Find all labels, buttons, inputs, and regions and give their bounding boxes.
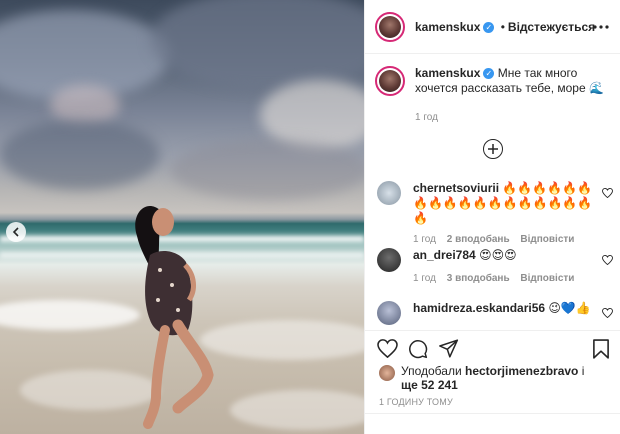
like-comment-button[interactable] [602,307,613,321]
more-horizontal-icon [593,25,609,29]
header-text: kamenskux ✓ • Відстежується [415,20,595,34]
likes-summary: Уподобали hectorjimenezbravo і ще 52 241 [379,364,609,392]
comment-time[interactable]: 1 год [413,234,436,245]
commenter-avatar[interactable] [377,301,401,325]
comment-likes-count[interactable]: 3 вподобань [447,273,510,284]
caption-time[interactable]: 1 год [415,110,611,125]
chevron-left-icon [12,227,19,237]
more-options-button[interactable] [593,18,609,32]
post-timestamp[interactable]: 1 ГОДИНУ ТОМУ [379,397,453,407]
likes-prefix: Уподобали [401,364,462,378]
post-action-bar [365,330,620,368]
send-icon [439,339,459,358]
post-header: kamenskux ✓ • Відстежується [365,0,620,54]
comment-time[interactable]: 1 год [413,273,436,284]
liker-username[interactable]: hectorjimenezbravo [465,364,578,378]
commenter-avatar[interactable] [377,181,401,205]
previous-slide-button[interactable] [6,222,26,242]
avatar-image [379,15,401,38]
bookmark-icon [593,339,609,359]
caption-avatar[interactable] [375,66,405,96]
likes-connector: і [581,364,585,378]
liker-avatar[interactable] [379,365,395,381]
woman-figure [135,206,214,429]
avatar-image [379,70,401,92]
commenter-username[interactable]: chernetsoviurii [413,181,499,195]
comment-item: chernetsoviurii 🔥🔥🔥🔥🔥🔥🔥🔥🔥🔥🔥🔥🔥🔥🔥🔥🔥🔥🔥 1 го… [377,181,613,247]
commenter-username[interactable]: an_drei784 [413,248,476,262]
comment-meta: 1 год 2 вподобань Відповісти [413,232,593,247]
verified-badge-icon: ✓ [483,68,495,80]
reply-button[interactable]: Відповісти [520,273,574,284]
instagram-post-modal: kamenskux ✓ • Відстежується kamenskux ✓ Мне… [0,0,620,434]
like-comment-button[interactable] [602,187,613,201]
heart-icon [602,254,613,266]
likes-count[interactable]: ще 52 241 [401,378,458,392]
comment-text: 😉💙👍 [548,301,591,315]
comment-body: an_drei784 😍😍😍 1 год 3 вподобань Відпові… [413,248,593,286]
caption-username[interactable]: kamenskux [415,66,480,80]
comment-likes-count[interactable]: 2 вподобань [447,234,510,245]
post-caption: kamenskux ✓ Мне так много хочется рассказ… [375,66,611,125]
reply-button[interactable]: Відповісти [520,234,574,245]
heart-icon [602,187,613,199]
comment-body: chernetsoviurii 🔥🔥🔥🔥🔥🔥🔥🔥🔥🔥🔥🔥🔥🔥🔥🔥🔥🔥🔥 1 го… [413,181,593,247]
follow-status-button[interactable]: Відстежується [508,20,595,34]
heart-icon [377,339,398,359]
commenter-username[interactable]: hamidreza.eskandari56 [413,301,545,315]
comment-meta: 1 год 3 вподобань Відповісти [413,271,593,286]
post-side-panel: kamenskux ✓ • Відстежується kamenskux ✓ Мне… [364,0,620,434]
load-more-comments-button[interactable] [483,139,503,159]
comment-body: hamidreza.eskandari56 😉💙👍 [413,301,593,325]
comment-item: an_drei784 😍😍😍 1 год 3 вподобань Відпові… [377,248,613,286]
comment-item: hamidreza.eskandari56 😉💙👍 [377,301,613,325]
post-photo[interactable] [0,0,364,434]
share-button[interactable] [439,339,459,361]
heart-icon [602,307,613,319]
comment-text: 😍😍😍 [479,248,517,262]
author-username[interactable]: kamenskux [415,20,480,34]
commenter-avatar[interactable] [377,248,401,272]
comment-button[interactable] [408,339,428,362]
like-comment-button[interactable] [602,254,613,268]
plus-circle-icon [488,144,498,154]
save-button[interactable] [593,339,609,362]
author-avatar[interactable] [375,11,405,42]
separator-dot: • [500,19,505,34]
likes-text: Уподобали hectorjimenezbravo і ще 52 241 [401,364,584,392]
caption-body: kamenskux ✓ Мне так много хочется рассказ… [415,66,611,125]
verified-badge-icon: ✓ [483,21,495,33]
like-post-button[interactable] [377,339,398,361]
comment-icon [409,340,428,359]
add-comment-bar[interactable] [365,413,620,434]
